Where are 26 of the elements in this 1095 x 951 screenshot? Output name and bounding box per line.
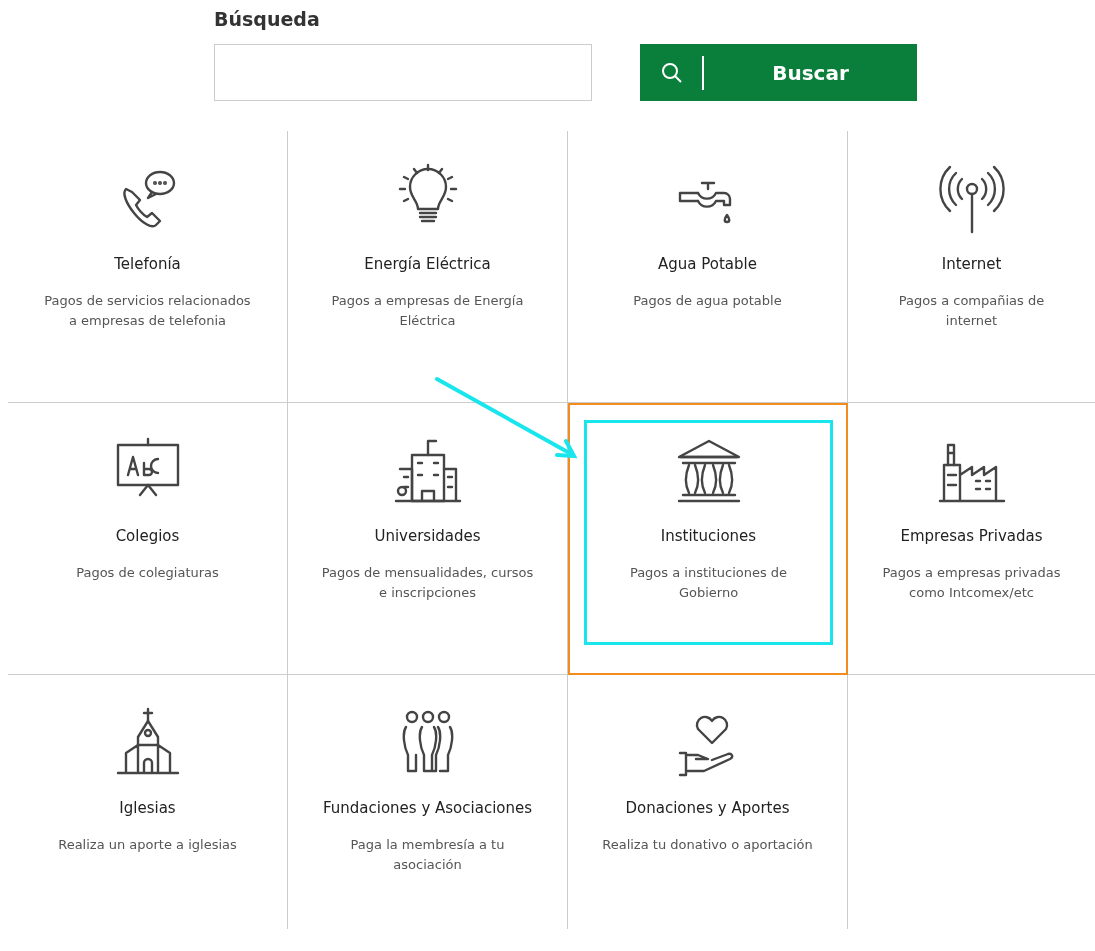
- category-title[interactable]: Instituciones: [597, 527, 820, 545]
- category-description: Pagos a compañias de internet: [897, 292, 1046, 330]
- search-label: Búsqueda: [214, 8, 321, 30]
- category-title[interactable]: Internet: [874, 255, 1069, 273]
- search-field[interactable]: [214, 44, 592, 101]
- category-title[interactable]: Donaciones y Aportes: [594, 799, 821, 817]
- category-description: Paga la membresía a tu asociación: [349, 836, 506, 874]
- category-title[interactable]: Agua Potable: [594, 255, 821, 273]
- category-title[interactable]: Energía Eléctrica: [314, 255, 541, 273]
- category-title[interactable]: Universidades: [314, 527, 541, 545]
- category-description: Realiza tu donativo o aportación: [601, 836, 814, 854]
- category-description: Pagos de servicios relacionados a empresas de telefonia: [43, 292, 252, 330]
- category-description: Pagos de colegiaturas: [75, 564, 220, 582]
- category-title[interactable]: Fundaciones y Asociaciones: [314, 799, 541, 817]
- category-title[interactable]: Iglesias: [34, 799, 261, 817]
- category-description: Pagos de agua potable: [632, 292, 783, 310]
- category-description: Realiza un aporte a iglesias: [57, 836, 238, 854]
- category-description: Pagos de mensualidades, cursos e inscripciones: [320, 564, 535, 602]
- search-button[interactable]: Buscar: [640, 44, 917, 101]
- category-description: Pagos a empresas privadas como Intcomex/etc: [881, 564, 1062, 602]
- category-description: Pagos a empresas de Energía Eléctrica: [330, 292, 525, 330]
- category-title[interactable]: Colegios: [34, 527, 261, 545]
- category-description: Pagos a instituciones de Gobierno: [628, 564, 789, 602]
- search-icon: [660, 60, 684, 85]
- category-title[interactable]: Telefonía: [34, 255, 261, 273]
- category-title[interactable]: Empresas Privadas: [874, 527, 1069, 545]
